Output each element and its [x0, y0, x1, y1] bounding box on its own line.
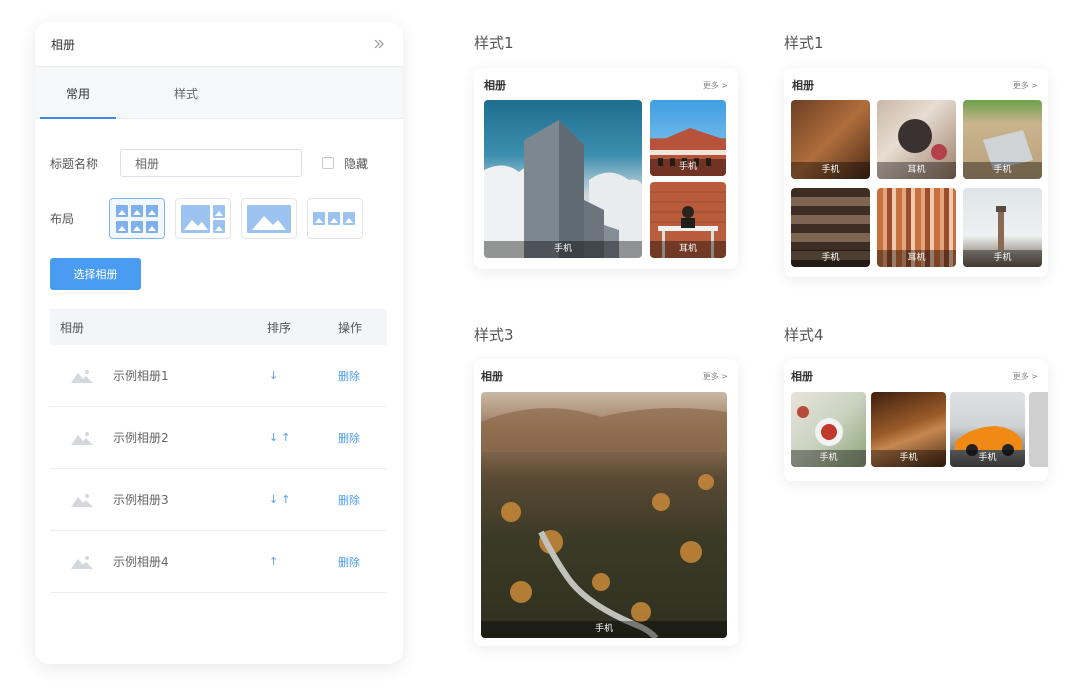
photo-caption: 耳机: [650, 241, 726, 258]
table-row: 示例相册4 ↑ 删除: [50, 531, 387, 593]
panel-title: 相册: [51, 37, 76, 52]
album-name: 示例相册4: [113, 555, 169, 569]
photo-grid-1[interactable]: 手机: [791, 100, 870, 179]
table-row: 示例相册1 ↓ 删除: [50, 345, 387, 407]
delete-link[interactable]: 删除: [332, 368, 360, 384]
delete-link[interactable]: 删除: [332, 492, 360, 508]
photo-grid-3[interactable]: 手机: [963, 100, 1042, 179]
table-row: 示例相册3 ↓↑ 删除: [50, 469, 387, 531]
photo-caption: 手机: [963, 250, 1042, 267]
photo-caption: 手机: [871, 450, 946, 467]
panel-header: 相册: [35, 22, 403, 67]
photo-caption: 手机: [481, 621, 727, 638]
card-title: 相册: [481, 370, 503, 383]
photo-grid-4[interactable]: 手机: [791, 188, 870, 267]
preview-card-style4[interactable]: 相册 更多 > 手机 手机 手机: [784, 359, 1048, 481]
sort-arrows[interactable]: ↑: [255, 555, 332, 568]
album-editor-panel: 相册 常用 样式 标题名称 隐藏 布局: [35, 22, 403, 664]
card-title: 相册: [792, 79, 814, 92]
layout-big-small-option[interactable]: [175, 198, 231, 239]
image-placeholder-icon: [68, 365, 96, 387]
layout-big-small-icon: [181, 204, 225, 233]
image-placeholder-icon: [68, 489, 96, 511]
title-row: 标题名称 隐藏: [50, 149, 368, 177]
delete-link[interactable]: 删除: [332, 430, 360, 446]
sort-arrows[interactable]: ↓↑: [255, 431, 332, 444]
style-label-1: 样式1: [474, 34, 514, 52]
photo-caption: 手机: [791, 250, 870, 267]
photo-office[interactable]: 耳机: [650, 182, 726, 258]
album-name: 示例相册3: [113, 493, 169, 507]
header-album: 相册: [60, 320, 85, 335]
panel-tabs: 常用 样式: [35, 67, 403, 119]
card-header: 相册 更多 >: [484, 77, 728, 93]
photo-grid-2[interactable]: 耳机: [877, 100, 956, 179]
table-header: 相册 排序 操作: [50, 309, 387, 345]
card-header: 相册 更多 >: [481, 368, 728, 384]
tab-common[interactable]: 常用: [40, 85, 116, 119]
card-header: 相册 更多 >: [791, 368, 1038, 384]
album-name: 示例相册1: [113, 369, 169, 383]
title-input[interactable]: [120, 149, 302, 177]
layout-single-icon: [247, 204, 291, 233]
image-placeholder-icon: [68, 427, 96, 449]
photo-skyscraper[interactable]: 手机: [484, 100, 642, 258]
layout-scroll-icon: [313, 211, 355, 225]
card-header: 相册 更多 >: [792, 77, 1038, 93]
photo-scroll-2[interactable]: 手机: [871, 392, 946, 467]
table-row: 示例相册2 ↓↑ 删除: [50, 407, 387, 469]
layout-row: 布局: [50, 198, 373, 239]
hide-checkbox[interactable]: [322, 157, 334, 169]
photo-scroll-3[interactable]: 手机: [950, 392, 1025, 467]
hide-checkbox-group[interactable]: 隐藏: [322, 155, 368, 172]
photo-forest-road[interactable]: 手机: [481, 392, 727, 638]
more-link[interactable]: 更多 >: [703, 371, 728, 382]
photo-grid-5[interactable]: 耳机: [877, 188, 956, 267]
layout-grid-option[interactable]: [109, 198, 165, 239]
more-link[interactable]: 更多 >: [1013, 80, 1038, 91]
sort-arrows[interactable]: ↓↑: [255, 493, 332, 506]
header-sort: 排序: [267, 320, 292, 335]
header-action: 操作: [338, 320, 363, 335]
photo-building[interactable]: 手机: [650, 100, 726, 176]
more-link[interactable]: 更多 >: [1013, 371, 1038, 382]
layout-scroll-option[interactable]: [307, 198, 363, 239]
photo-caption: 耳机: [877, 162, 956, 179]
style-label-3: 样式3: [474, 326, 514, 344]
preview-card-style1-feature[interactable]: 相册 更多 > 手机 手机 耳机: [474, 68, 738, 269]
photo-caption: 手机: [650, 159, 726, 176]
title-label: 标题名称: [50, 156, 99, 171]
photo-caption: 手机: [484, 241, 642, 258]
style-label-2: 样式1: [784, 34, 824, 52]
more-link[interactable]: 更多 >: [703, 80, 728, 91]
preview-card-style1-grid[interactable]: 相册 更多 > 手机 耳机 手机 手机 耳机 手机: [784, 68, 1048, 277]
double-chevron-right-icon[interactable]: [371, 36, 387, 52]
delete-link[interactable]: 删除: [332, 554, 360, 570]
hide-label: 隐藏: [344, 156, 369, 171]
choose-album-button[interactable]: 选择相册: [50, 258, 141, 290]
photo-caption: 手机: [963, 162, 1042, 179]
image-placeholder-icon: [68, 551, 96, 573]
sort-arrows[interactable]: ↓: [255, 369, 332, 382]
album-name: 示例相册2: [113, 431, 169, 445]
layout-label: 布局: [50, 212, 75, 226]
card-title: 相册: [791, 370, 813, 383]
photo-caption: 耳机: [877, 250, 956, 267]
album-table: 相册 排序 操作 示例相册1 ↓ 删除 示例相册2 ↓↑ 删除 示例相册3 ↓↑: [50, 309, 387, 593]
style-label-4: 样式4: [784, 326, 824, 344]
photo-scroll-1[interactable]: 手机: [791, 392, 866, 467]
layout-grid-icon: [116, 204, 158, 233]
layout-options: [109, 198, 373, 239]
layout-single-option[interactable]: [241, 198, 297, 239]
photo-grid-6[interactable]: 手机: [963, 188, 1042, 267]
photo-caption: 手机: [950, 450, 1025, 467]
card-title: 相册: [484, 79, 506, 92]
photo-caption: 手机: [791, 162, 870, 179]
photo-scroll-4-partial[interactable]: [1029, 392, 1048, 467]
photo-caption: 手机: [791, 450, 866, 467]
tab-style[interactable]: 样式: [158, 85, 214, 118]
preview-card-style3[interactable]: 相册 更多 > 手机: [474, 359, 738, 646]
